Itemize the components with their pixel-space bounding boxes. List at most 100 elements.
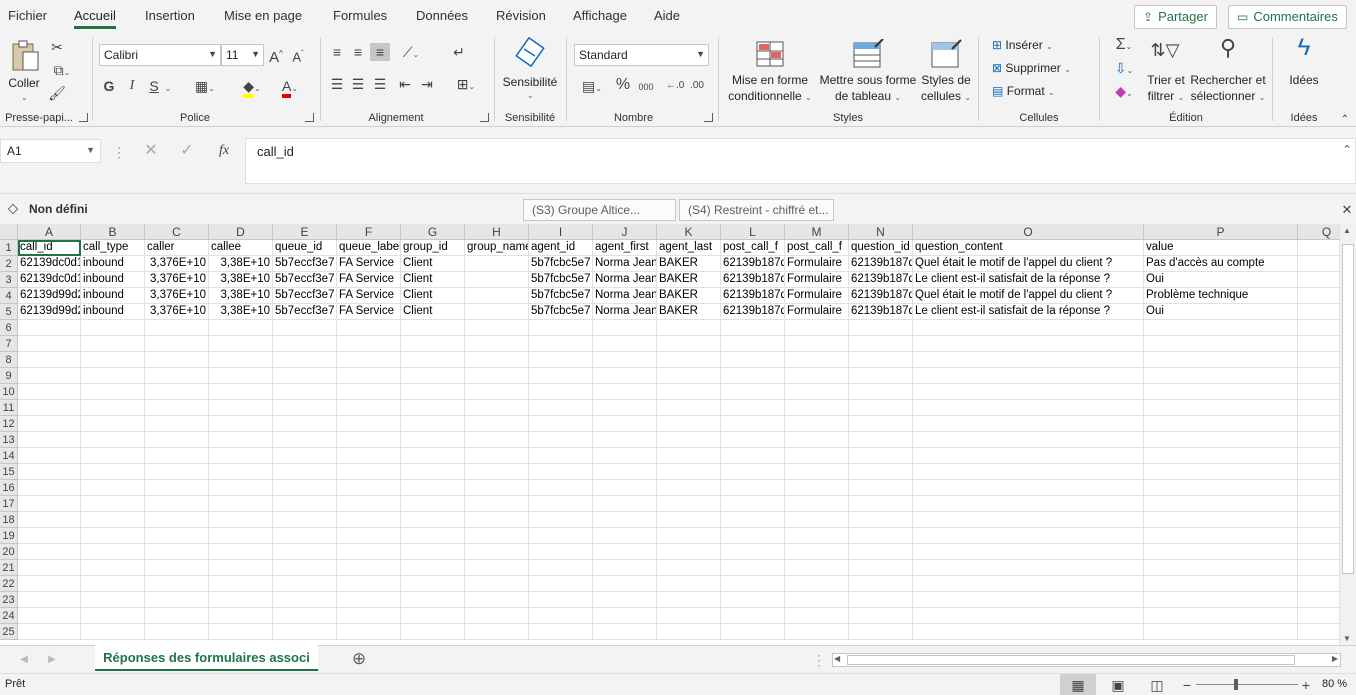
increase-indent-icon[interactable]: ⇥: [418, 75, 436, 93]
cell[interactable]: [849, 432, 913, 448]
cell[interactable]: [209, 352, 273, 368]
bold-button[interactable]: G: [101, 77, 117, 95]
cell[interactable]: [401, 464, 465, 480]
cell[interactable]: [721, 576, 785, 592]
fill-color-icon[interactable]: ◆⌄: [236, 77, 268, 98]
formula-input[interactable]: call_id: [245, 138, 1356, 184]
cell[interactable]: [401, 352, 465, 368]
cell[interactable]: call_id: [18, 240, 81, 256]
cell[interactable]: [785, 624, 849, 640]
sensitivity-label-s3[interactable]: (S3) Groupe Altice...: [523, 199, 676, 221]
cell[interactable]: [209, 336, 273, 352]
delete-cells-button[interactable]: ⊠ Supprimer ⌄: [992, 61, 1071, 75]
cell[interactable]: [81, 384, 145, 400]
cell[interactable]: [785, 496, 849, 512]
cell[interactable]: [81, 432, 145, 448]
cell[interactable]: [209, 432, 273, 448]
cell[interactable]: [721, 368, 785, 384]
font-color-icon[interactable]: A⌄: [274, 77, 306, 98]
cell[interactable]: [18, 624, 81, 640]
zoom-thumb[interactable]: [1234, 679, 1238, 690]
cell[interactable]: [657, 368, 721, 384]
tab-formules[interactable]: Formules: [333, 8, 387, 23]
cell[interactable]: [81, 528, 145, 544]
tab-fichier[interactable]: Fichier: [8, 8, 47, 23]
column-header[interactable]: F: [337, 224, 401, 240]
cell[interactable]: [593, 400, 657, 416]
cell[interactable]: [913, 544, 1144, 560]
cell[interactable]: [849, 384, 913, 400]
cell[interactable]: [145, 624, 209, 640]
cell[interactable]: [209, 400, 273, 416]
tab-donnees[interactable]: Données: [416, 8, 468, 23]
decrease-font-icon[interactable]: Aˇ: [289, 45, 307, 66]
cell[interactable]: [593, 368, 657, 384]
cell[interactable]: [529, 560, 593, 576]
cell[interactable]: [593, 496, 657, 512]
cell[interactable]: [657, 608, 721, 624]
cell[interactable]: [1144, 384, 1298, 400]
column-header[interactable]: N: [849, 224, 913, 240]
cell[interactable]: [593, 336, 657, 352]
column-header[interactable]: D: [209, 224, 273, 240]
cell[interactable]: 5b7fcbc5e7: [529, 256, 593, 272]
cell[interactable]: [145, 528, 209, 544]
cell[interactable]: [145, 384, 209, 400]
cell[interactable]: [81, 576, 145, 592]
cell[interactable]: [1144, 368, 1298, 384]
cell[interactable]: [1144, 528, 1298, 544]
cell[interactable]: [849, 560, 913, 576]
cell[interactable]: [1144, 464, 1298, 480]
row-header[interactable]: 21: [0, 560, 18, 576]
cell[interactable]: [721, 448, 785, 464]
cell[interactable]: 5b7eccf3e7: [273, 304, 337, 320]
merge-center-icon[interactable]: ⊞⌄: [450, 75, 482, 96]
cell[interactable]: 5b7fcbc5e7: [529, 272, 593, 288]
row-header[interactable]: 2: [0, 256, 18, 272]
cell[interactable]: 5b7fcbc5e7: [529, 288, 593, 304]
prev-sheet-icon[interactable]: ◀: [18, 651, 30, 669]
row-header[interactable]: 16: [0, 480, 18, 496]
row-header[interactable]: 9: [0, 368, 18, 384]
collapse-formula-icon[interactable]: ⌃: [1340, 141, 1354, 159]
cell[interactable]: [18, 400, 81, 416]
cell[interactable]: FA Service: [337, 272, 401, 288]
cell[interactable]: [145, 400, 209, 416]
cell[interactable]: [593, 576, 657, 592]
cell[interactable]: Le client est-il satisfait de la réponse…: [913, 272, 1144, 288]
row-header[interactable]: 6: [0, 320, 18, 336]
cell[interactable]: [657, 496, 721, 512]
cell[interactable]: [401, 416, 465, 432]
column-header[interactable]: E: [273, 224, 337, 240]
cell[interactable]: [337, 560, 401, 576]
cell[interactable]: [721, 384, 785, 400]
cell[interactable]: [529, 368, 593, 384]
cell[interactable]: [1144, 448, 1298, 464]
italic-button[interactable]: I: [124, 77, 140, 95]
cell[interactable]: value: [1144, 240, 1298, 256]
cell[interactable]: post_call_f: [721, 240, 785, 256]
row-header[interactable]: 12: [0, 416, 18, 432]
cell[interactable]: [785, 448, 849, 464]
cell[interactable]: [145, 368, 209, 384]
cell[interactable]: [721, 464, 785, 480]
cell[interactable]: [273, 368, 337, 384]
cell[interactable]: [273, 336, 337, 352]
cell[interactable]: [849, 528, 913, 544]
orientation-icon[interactable]: ⟋⌄: [396, 43, 426, 64]
cell[interactable]: [337, 400, 401, 416]
cell[interactable]: [273, 544, 337, 560]
cell[interactable]: 62139d99d2: [18, 288, 81, 304]
cell[interactable]: Norma Jean: [593, 288, 657, 304]
decrease-indent-icon[interactable]: ⇤: [396, 75, 414, 93]
add-sheet-icon[interactable]: ⊕: [349, 650, 369, 668]
copy-icon[interactable]: ⧉⌄: [48, 61, 76, 82]
cell[interactable]: [81, 416, 145, 432]
cell[interactable]: [593, 464, 657, 480]
row-header[interactable]: 23: [0, 592, 18, 608]
cell[interactable]: [593, 352, 657, 368]
cell[interactable]: [209, 384, 273, 400]
cell[interactable]: Quel était le motif de l'appel du client…: [913, 256, 1144, 272]
ideas-button[interactable]: ϟ Idées: [1280, 36, 1328, 107]
cell[interactable]: group_id: [401, 240, 465, 256]
